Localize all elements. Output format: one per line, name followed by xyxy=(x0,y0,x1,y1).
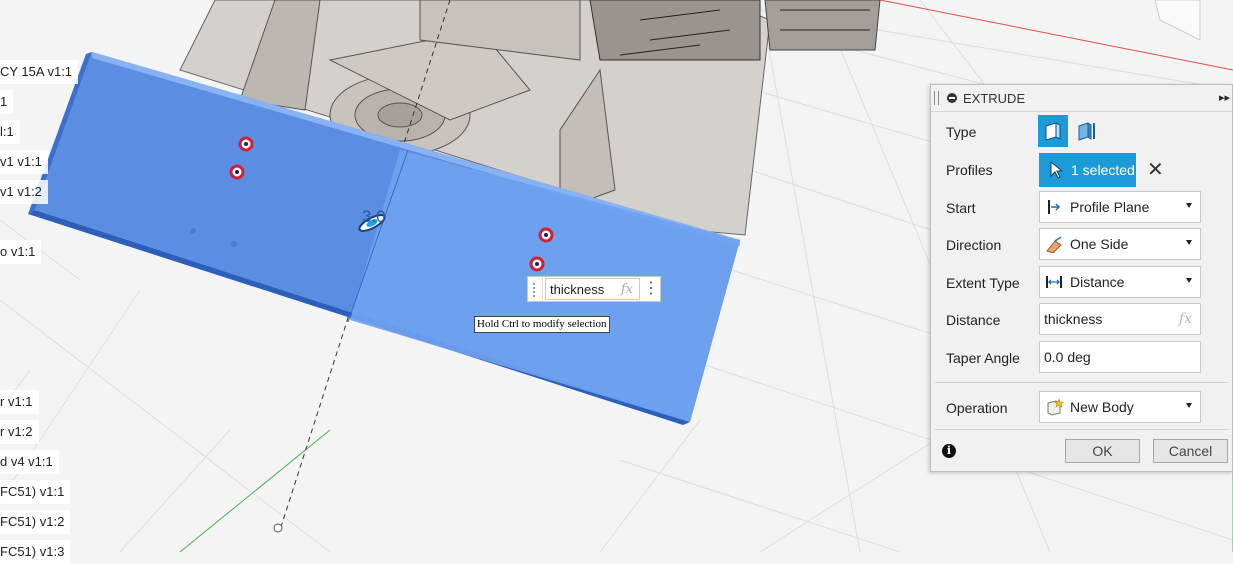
extent-type-value: Distance xyxy=(1070,274,1125,290)
extent-type-dropdown[interactable]: Distance xyxy=(1039,266,1201,298)
direction-value: One Side xyxy=(1070,236,1129,252)
new-body-icon xyxy=(1044,397,1064,417)
browser-item[interactable]: d v4 v1:1 xyxy=(0,450,59,474)
parameter-input[interactable]: thickness fx xyxy=(545,278,640,300)
fx-icon[interactable]: fx xyxy=(621,282,639,297)
distance-label: Distance xyxy=(946,312,1001,328)
browser-item[interactable]: 1 xyxy=(0,90,14,114)
browser-item[interactable]: FC51) v1:2 xyxy=(0,510,71,534)
divider xyxy=(935,382,1228,383)
divider xyxy=(935,429,1228,430)
operation-dropdown[interactable]: New Body xyxy=(1039,391,1201,423)
distance-value: thickness xyxy=(1044,311,1103,327)
more-options-icon[interactable]: ⋮ xyxy=(642,279,660,299)
extent-type-label: Extent Type xyxy=(946,275,1020,291)
chevron-down-icon xyxy=(1186,278,1192,283)
type-thin-button[interactable] xyxy=(1072,115,1102,147)
browser-item[interactable]: r v1:2 xyxy=(0,420,39,444)
profile-plane-icon xyxy=(1044,197,1064,217)
chevron-down-icon xyxy=(1186,203,1192,208)
start-value: Profile Plane xyxy=(1070,199,1150,215)
drag-handle-icon[interactable] xyxy=(528,277,543,301)
solid-extrude-icon xyxy=(1045,122,1061,141)
operation-label: Operation xyxy=(946,400,1008,416)
taper-angle-value: 0.0 deg xyxy=(1044,349,1091,365)
parameter-value: thickness xyxy=(550,281,605,297)
tooltip: Hold Ctrl to modify selection xyxy=(474,316,610,333)
direction-label: Direction xyxy=(946,237,1002,253)
dialog-header[interactable]: EXTRUDE ▸▸ xyxy=(931,85,1232,112)
direction-dropdown[interactable]: One Side xyxy=(1039,228,1201,260)
type-label: Type xyxy=(946,124,977,140)
distance-icon xyxy=(1044,272,1064,292)
extrude-dialog: EXTRUDE ▸▸ Type Profiles 1 selected ✕ St… xyxy=(930,84,1233,472)
ok-button[interactable]: OK xyxy=(1065,439,1140,463)
one-side-icon xyxy=(1044,234,1064,254)
cursor-icon xyxy=(1050,160,1064,179)
taper-angle-label: Taper Angle xyxy=(946,350,1020,366)
browser-item[interactable]: o v1:1 xyxy=(0,240,42,264)
type-solid-button[interactable] xyxy=(1038,115,1068,147)
dialog-title: EXTRUDE xyxy=(963,90,1026,106)
operation-value: New Body xyxy=(1070,399,1134,415)
distance-parameter-box[interactable]: thickness fx ⋮ xyxy=(527,276,661,302)
dimension-label: 3.0 xyxy=(362,207,386,226)
chevron-down-icon xyxy=(1186,403,1192,408)
browser-item[interactable]: FC51) v1:3 xyxy=(0,540,71,564)
y-axis-line xyxy=(179,429,331,552)
profiles-label: Profiles xyxy=(946,162,993,178)
browser-item[interactable]: r v1:1 xyxy=(0,390,39,414)
clear-selection-icon[interactable]: ✕ xyxy=(1147,160,1164,180)
browser-item[interactable]: CY 15A v1:1 xyxy=(0,60,79,84)
cancel-button[interactable]: Cancel xyxy=(1153,439,1228,463)
start-label: Start xyxy=(946,200,976,216)
expand-icon[interactable]: ▸▸ xyxy=(1219,91,1230,104)
browser-item[interactable]: FC51) v1:1 xyxy=(0,480,71,504)
browser-item[interactable]: v1 v1:1 xyxy=(0,150,48,174)
taper-angle-input[interactable]: 0.0 deg xyxy=(1039,341,1201,373)
browser-item[interactable]: v1 v1:2 xyxy=(0,180,48,204)
info-icon[interactable]: i xyxy=(942,444,956,458)
collapse-icon[interactable] xyxy=(947,93,957,103)
distance-input[interactable]: thickness fx xyxy=(1039,303,1201,335)
drag-handle-icon[interactable] xyxy=(934,91,939,105)
chevron-down-icon xyxy=(1186,240,1192,245)
view-cube xyxy=(1154,0,1201,41)
browser-item[interactable]: l:1 xyxy=(0,120,20,144)
fx-icon[interactable]: fx xyxy=(1179,311,1192,327)
start-dropdown[interactable]: Profile Plane xyxy=(1039,191,1201,223)
thin-extrude-icon xyxy=(1078,122,1095,141)
profiles-value: 1 selected xyxy=(1071,162,1135,178)
profiles-selection-button[interactable]: 1 selected xyxy=(1039,153,1136,187)
